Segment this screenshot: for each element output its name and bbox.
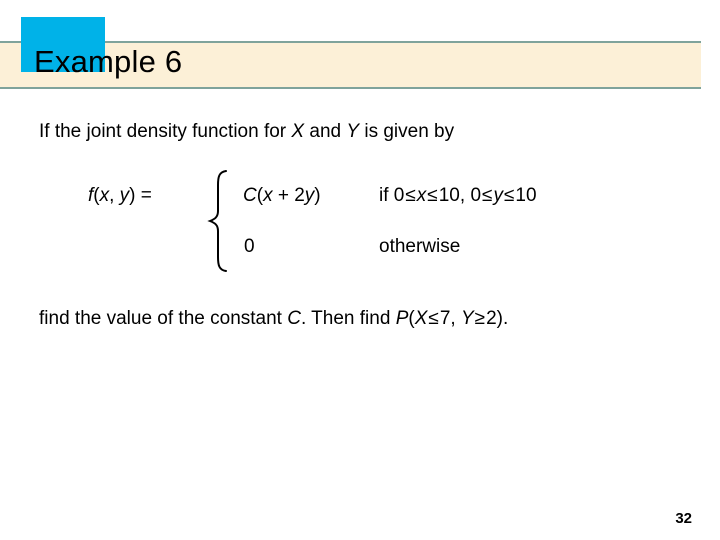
closing-paren-close: ).: [496, 308, 509, 329]
case-1-var-y: y: [304, 185, 315, 206]
intro-sentence: If the joint density function for X and …: [39, 119, 454, 145]
page-number: 32: [675, 510, 692, 527]
constant-c: C: [243, 185, 257, 206]
closing-sentence: find the value of the constant C. Then f…: [39, 306, 508, 332]
less-equal-icon-4: ≤: [503, 185, 515, 206]
greater-equal-icon-1: ≥: [474, 308, 486, 329]
case-2-condition: otherwise: [379, 236, 461, 257]
case-1-y-upper: 10: [515, 185, 537, 206]
case-1-cond-var-x: x: [416, 185, 427, 206]
less-equal-icon-2: ≤: [427, 185, 438, 206]
function-label: f(x, y) =: [88, 185, 152, 207]
case-1-var-x: x: [263, 185, 273, 206]
case-1-y-lower: 0: [470, 185, 482, 206]
closing-prefix: find the value of the constant: [39, 308, 288, 329]
slide-body: If the joint density function for X and …: [0, 89, 720, 540]
function-arg-x: x: [99, 185, 110, 206]
closing-constant-c: C: [287, 308, 301, 329]
closing-var-y: Y: [460, 308, 474, 329]
intro-prefix: If the joint density function for: [39, 121, 292, 142]
piecewise-brace-icon: [206, 169, 236, 273]
closing-val-y: 2: [486, 308, 497, 329]
less-equal-icon-3: ≤: [482, 185, 493, 206]
case-1-cond-var-y: y: [493, 185, 503, 206]
case-1-if-keyword: if: [379, 185, 394, 206]
case-1-expression: C(x + 2y): [243, 185, 321, 207]
intro-variable-x: X: [291, 121, 305, 142]
case-1-x-upper: 10,: [438, 185, 466, 206]
function-arg-y: y: [119, 185, 130, 206]
case-1-condition: if 0≤x≤10, 0≤y≤10: [379, 185, 537, 207]
intro-middle: and: [304, 121, 347, 142]
closing-val-x: 7,: [439, 308, 461, 329]
intro-variable-y: Y: [346, 121, 360, 142]
page-title: Example 6: [34, 44, 183, 79]
function-paren-close-equals: ) =: [129, 185, 152, 206]
case-2-expression: 0: [244, 236, 255, 257]
less-equal-icon-1: ≤: [405, 185, 416, 206]
function-arg-separator: ,: [109, 185, 120, 206]
case-1-paren-close: ): [314, 185, 321, 206]
case-1-plus-term: + 2: [272, 185, 305, 206]
closing-middle: . Then find: [300, 308, 396, 329]
probability-symbol-p: P: [395, 308, 409, 329]
case-1-x-lower: 0: [393, 185, 405, 206]
less-equal-icon-5: ≤: [428, 308, 439, 329]
intro-suffix: is given by: [359, 121, 455, 142]
piecewise-function: f(x, y) = C(x + 2y) if 0≤x≤10, 0≤y≤10 0 …: [39, 169, 679, 273]
closing-var-x: X: [414, 308, 428, 329]
